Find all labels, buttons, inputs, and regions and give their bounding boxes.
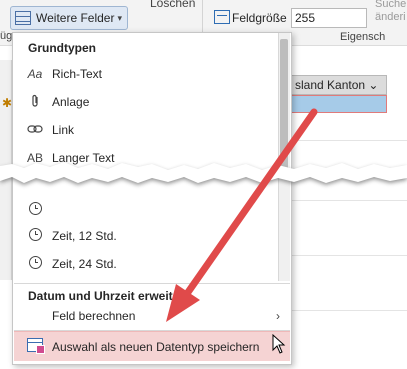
menu-item-feld-berechnen[interactable]: Feld berechnen › [14,303,290,329]
suche-label: Suche änderi [375,0,406,24]
chevron-down-icon[interactable]: ⌄ [368,78,378,92]
section-grundtypen: Grundtypen [28,41,96,55]
eigenschaften-label: Eigensch [340,31,386,43]
clock-icon [22,256,48,272]
menu-item-zeit-12[interactable]: Zeit, 12 Std. [14,223,290,249]
chevron-down-icon: ▾ [117,12,123,23]
field-size-icon [214,10,230,24]
ribbon-cut-label: üg [0,30,13,42]
menu-item-zeit-24[interactable]: Zeit, 24 Std. [14,251,290,277]
feldgroesse-input[interactable] [291,8,367,28]
menu-item-save-datatype[interactable]: Auswahl als neuen Datentyp speichern [14,331,290,361]
menu-item-label: Auswahl als neuen Datentyp speichern [52,339,260,354]
link-icon [22,123,48,137]
weitere-felder-button[interactable]: Weitere Felder ▾ [10,6,128,30]
menu-divider [14,283,290,284]
menu-item-rich-text[interactable]: Aa Rich-Text [14,61,290,87]
chevron-right-icon: › [276,309,280,323]
grid-line [290,140,407,141]
suche-line1: Suche [375,0,407,10]
menu-item-label: Zeit, 12 Std. [52,229,117,243]
column-header[interactable]: sland Kanton ⌄ [290,75,387,95]
loeschen-label[interactable]: Löschen [150,0,195,10]
menu-item-label: Feld berechnen [52,309,136,323]
menu-item-label: Rich-Text [52,67,103,81]
grid-line [290,255,407,256]
selected-cell[interactable] [290,95,387,113]
torn-edge-overlay [0,162,407,185]
column-header-label: sland Kanton [295,78,366,92]
section-datum-uhrzeit: Datum und Uhrzeit erweitert [28,289,189,303]
mouse-cursor-icon [272,334,286,354]
feldgroesse-label: Feldgröße [232,11,287,25]
table-fields-icon [15,11,31,25]
menu-item-label: Anlage [52,95,90,109]
paperclip-icon [22,94,48,111]
new-row-icon: ✱ [2,96,13,110]
rich-text-icon: Aa [27,67,43,81]
menu-item-anlage[interactable]: Anlage [14,89,290,115]
menu-item-label: Zeit, 24 Std. [52,257,117,271]
save-datatype-icon [22,338,48,355]
menu-item-label: Link [52,123,75,137]
clock-icon [22,228,48,244]
weitere-felder-label: Weitere Felder [36,11,115,25]
suche-line2: änderi [375,11,406,23]
grid-line [290,310,407,311]
menu-item-link[interactable]: Link [14,117,290,143]
